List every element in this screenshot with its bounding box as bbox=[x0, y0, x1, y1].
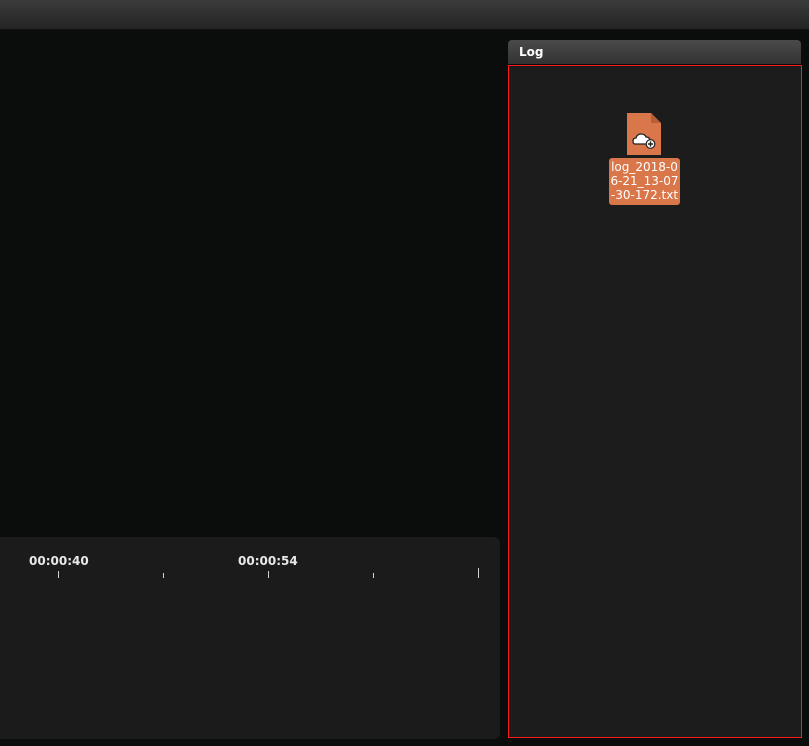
timeline-time-label: 00:00:54 bbox=[238, 554, 298, 568]
cloud-upload-file-icon bbox=[627, 113, 661, 155]
timeline-tick-minor bbox=[373, 573, 374, 578]
log-panel[interactable]: log_2018-06-21_13-07-30-172.txt bbox=[508, 65, 802, 738]
top-toolbar bbox=[0, 0, 809, 30]
log-file-name: log_2018-06-21_13-07-30-172.txt bbox=[609, 158, 680, 205]
timeline-tick-major bbox=[58, 571, 59, 578]
log-panel-title: Log bbox=[519, 45, 544, 59]
timeline[interactable]: 00:00:40 00:00:54 bbox=[0, 537, 500, 739]
timeline-tick-major bbox=[478, 568, 479, 578]
timeline-tick-minor bbox=[163, 573, 164, 578]
timeline-tick-major bbox=[268, 571, 269, 578]
timeline-time-label: 00:00:40 bbox=[29, 554, 89, 568]
log-panel-header[interactable]: Log bbox=[508, 40, 801, 64]
